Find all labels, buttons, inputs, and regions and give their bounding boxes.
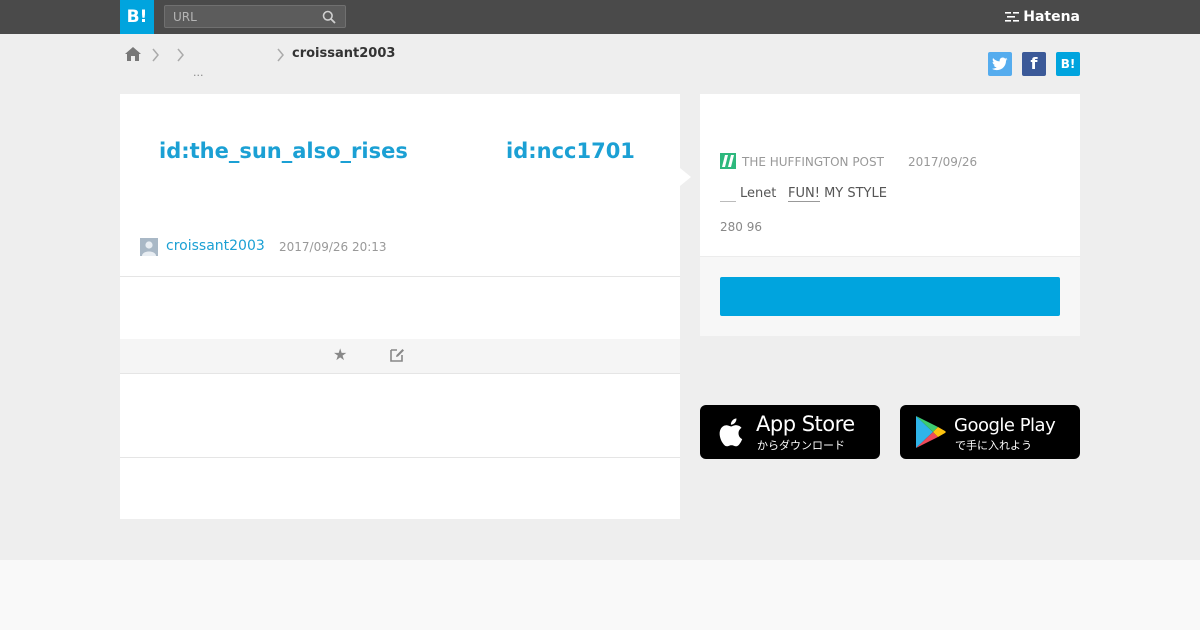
huffington-post-logo-icon bbox=[720, 153, 736, 169]
chevron-right-icon bbox=[152, 48, 159, 62]
hatena-logo-icon bbox=[1005, 12, 1020, 22]
related-source-name[interactable]: THE HUFFINGTON POST bbox=[742, 155, 884, 169]
user-avatar-icon bbox=[140, 238, 158, 256]
breadcrumb-ellipsis: ... bbox=[193, 66, 204, 79]
google-play-sub: で手に入れよう bbox=[955, 439, 1032, 452]
entry-user-link[interactable]: croissant2003 bbox=[166, 238, 265, 254]
tag-placeholder bbox=[720, 201, 736, 202]
related-tag-mystyle: MY STYLE bbox=[824, 186, 887, 201]
google-play-name: Google Play bbox=[954, 415, 1056, 436]
avatar[interactable] bbox=[140, 238, 158, 256]
primary-action-button[interactable] bbox=[720, 277, 1060, 316]
related-counts: 280 96 bbox=[720, 220, 762, 234]
search-icon[interactable] bbox=[322, 10, 336, 24]
entry-link-left[interactable]: id:the_sun_also_rises bbox=[159, 139, 408, 163]
home-icon[interactable] bbox=[124, 46, 142, 62]
twitter-icon bbox=[992, 57, 1008, 71]
top-bar: B! Hatena bbox=[0, 0, 1200, 34]
hatena-bookmark-logo[interactable]: B! bbox=[120, 0, 154, 34]
brand-label: Hatena bbox=[1023, 9, 1080, 25]
search-input[interactable] bbox=[165, 6, 315, 27]
divider bbox=[120, 276, 680, 277]
app-store-badge[interactable]: App Store からダウンロード bbox=[700, 405, 880, 459]
app-store-name: App Store bbox=[756, 412, 855, 436]
chevron-right-icon bbox=[277, 48, 284, 62]
related-date: 2017/09/26 bbox=[908, 155, 978, 169]
related-tag-lenet[interactable]: Lenet bbox=[740, 186, 776, 201]
entry-timestamp: 2017/09/26 20:13 bbox=[279, 240, 387, 254]
entry-link-right[interactable]: id:ncc1701 bbox=[506, 139, 635, 163]
google-play-badge[interactable]: Google Play で手に入れよう bbox=[900, 405, 1080, 459]
app-store-sub: からダウンロード bbox=[757, 439, 845, 452]
related-tag-fun: FUN! bbox=[788, 186, 820, 202]
edit-icon[interactable] bbox=[389, 347, 405, 363]
hatena-brand-link[interactable]: Hatena bbox=[1005, 7, 1080, 27]
card-pointer bbox=[680, 168, 691, 186]
google-play-icon bbox=[916, 416, 946, 448]
share-facebook-button[interactable]: f bbox=[1022, 52, 1046, 76]
share-hatena-button[interactable]: B! bbox=[1056, 52, 1080, 76]
search-box[interactable] bbox=[164, 5, 346, 28]
share-twitter-button[interactable] bbox=[988, 52, 1012, 76]
divider bbox=[120, 457, 680, 458]
related-tag-style[interactable]: FUN! MY STYLE bbox=[788, 186, 887, 202]
star-icon[interactable]: ★ bbox=[333, 347, 347, 363]
chevron-right-icon bbox=[177, 48, 184, 62]
apple-icon bbox=[719, 418, 743, 447]
breadcrumb-current: croissant2003 bbox=[292, 46, 396, 61]
